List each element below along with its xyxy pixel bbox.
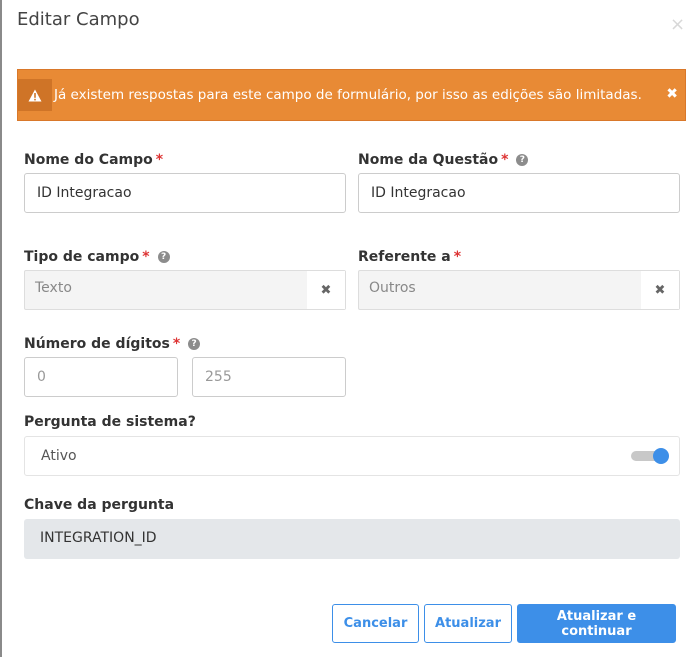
field-type-value: Texto: [35, 280, 72, 296]
max-digits-input[interactable]: [192, 357, 346, 397]
required-marker: *: [453, 249, 462, 265]
question-name-input[interactable]: [358, 173, 680, 213]
clear-icon[interactable]: ✖: [641, 271, 679, 309]
system-question-row: Ativo: [24, 436, 680, 476]
update-button[interactable]: Atualizar: [424, 604, 512, 643]
alert-close-icon[interactable]: ✖: [666, 87, 678, 101]
related-to-label: Referente a *: [358, 249, 462, 265]
digits-label: Número de dígitos *?: [24, 336, 201, 352]
update-continue-button[interactable]: Atualizar e continuar: [517, 604, 676, 643]
related-to-value: Outros: [369, 280, 416, 296]
cancel-button[interactable]: Cancelar: [332, 604, 419, 643]
clear-icon[interactable]: ✖: [307, 271, 345, 309]
question-name-label: Nome da Questão *?: [358, 152, 529, 168]
help-icon[interactable]: ?: [157, 251, 170, 263]
system-question-status: Ativo: [41, 448, 77, 464]
field-type-label: Tipo de campo *?: [24, 249, 170, 265]
modal-title: Editar Campo: [17, 9, 140, 30]
field-name-input[interactable]: [24, 173, 346, 213]
system-question-toggle[interactable]: [631, 447, 669, 465]
warning-triangle-icon: [18, 79, 52, 111]
required-marker: *: [172, 336, 181, 352]
required-marker: *: [142, 249, 150, 265]
system-question-label: Pergunta de sistema?: [24, 414, 196, 430]
question-key-field: INTEGRATION_ID: [24, 519, 680, 559]
warning-alert: Já existem respostas para este campo de …: [17, 69, 686, 121]
toggle-knob: [653, 448, 669, 464]
close-icon[interactable]: ×: [670, 16, 685, 34]
required-marker: *: [501, 152, 509, 168]
required-marker: *: [155, 152, 164, 168]
field-name-label: Nome do Campo *: [24, 152, 164, 168]
question-key-label: Chave da pergunta: [24, 497, 175, 513]
help-icon[interactable]: ?: [516, 154, 529, 166]
related-to-select[interactable]: Outros ✖: [358, 270, 680, 310]
min-digits-input[interactable]: [24, 357, 178, 397]
edit-field-modal: Editar Campo × Já existem respostas para…: [0, 0, 697, 657]
alert-message: Já existem respostas para este campo de …: [54, 87, 642, 103]
help-icon[interactable]: ?: [188, 338, 201, 350]
question-key-value: INTEGRATION_ID: [40, 530, 157, 546]
field-type-select[interactable]: Texto ✖: [24, 270, 346, 310]
